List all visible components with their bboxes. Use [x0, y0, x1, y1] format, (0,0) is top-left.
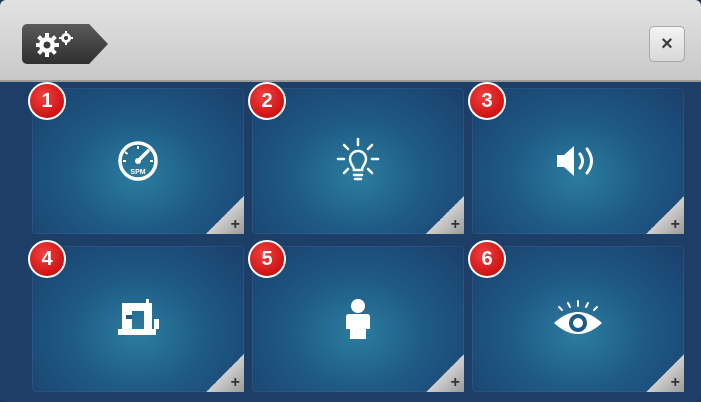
tile-number-badge: 3: [468, 82, 506, 120]
tile-number-badge: 5: [248, 240, 286, 278]
expand-corner[interactable]: +: [646, 354, 684, 392]
speaker-icon: [557, 146, 593, 176]
close-icon: ×: [661, 33, 673, 55]
settings-grid: 1 SPM + 2 + 3 + 4 + 5 + 6 +: [0, 82, 701, 402]
settings-tab[interactable]: [22, 24, 108, 64]
tile-number-badge: 6: [468, 240, 506, 278]
spm-label: SPM: [130, 169, 145, 176]
tile-number-badge: 4: [28, 240, 66, 278]
tile-speed[interactable]: 1 SPM +: [28, 82, 244, 234]
sewing-machine-icon: [118, 299, 159, 335]
tile-sound[interactable]: 3 +: [468, 82, 684, 234]
close-button[interactable]: ×: [649, 26, 685, 62]
speedometer-icon: SPM: [118, 141, 158, 181]
header-bar: ×: [0, 0, 701, 82]
expand-corner[interactable]: +: [206, 196, 244, 234]
gears-icon: [36, 31, 73, 57]
expand-corner[interactable]: +: [426, 354, 464, 392]
tile-number-badge: 1: [28, 82, 66, 120]
eye-icon: [554, 300, 602, 334]
tile-number-badge: 2: [248, 82, 286, 120]
tile-user[interactable]: 5 +: [248, 240, 464, 392]
expand-corner[interactable]: +: [206, 354, 244, 392]
settings-window: × 1 SPM + 2 + 3 + 4 + 5 + 6 +: [0, 0, 701, 402]
person-icon: [346, 299, 370, 339]
tile-light[interactable]: 2 +: [248, 82, 464, 234]
expand-corner[interactable]: +: [426, 196, 464, 234]
light-bulb-icon: [336, 137, 380, 181]
tile-display[interactable]: 6 +: [468, 240, 684, 392]
tile-machine[interactable]: 4 +: [28, 240, 244, 392]
expand-corner[interactable]: +: [646, 196, 684, 234]
